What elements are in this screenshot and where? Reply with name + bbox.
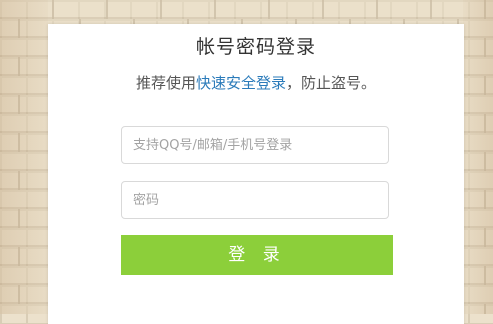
password-input[interactable]: [121, 181, 389, 219]
login-subtitle: 推荐使用快速安全登录，防止盗号。: [48, 72, 464, 93]
login-title: 帐号密码登录: [195, 36, 316, 58]
brick-shade-left: [0, 0, 48, 314]
login-panel: 帐号密码登录 推荐使用快速安全登录，防止盗号。 登 录: [48, 24, 464, 324]
brick-shade-right: [463, 0, 493, 314]
subtitle-suffix: ，防止盗号。: [286, 74, 377, 92]
login-button[interactable]: 登 录: [121, 235, 393, 275]
account-input[interactable]: [121, 126, 389, 164]
quick-secure-login-link[interactable]: 快速安全登录: [196, 74, 286, 92]
subtitle-prefix: 推荐使用: [135, 74, 196, 92]
